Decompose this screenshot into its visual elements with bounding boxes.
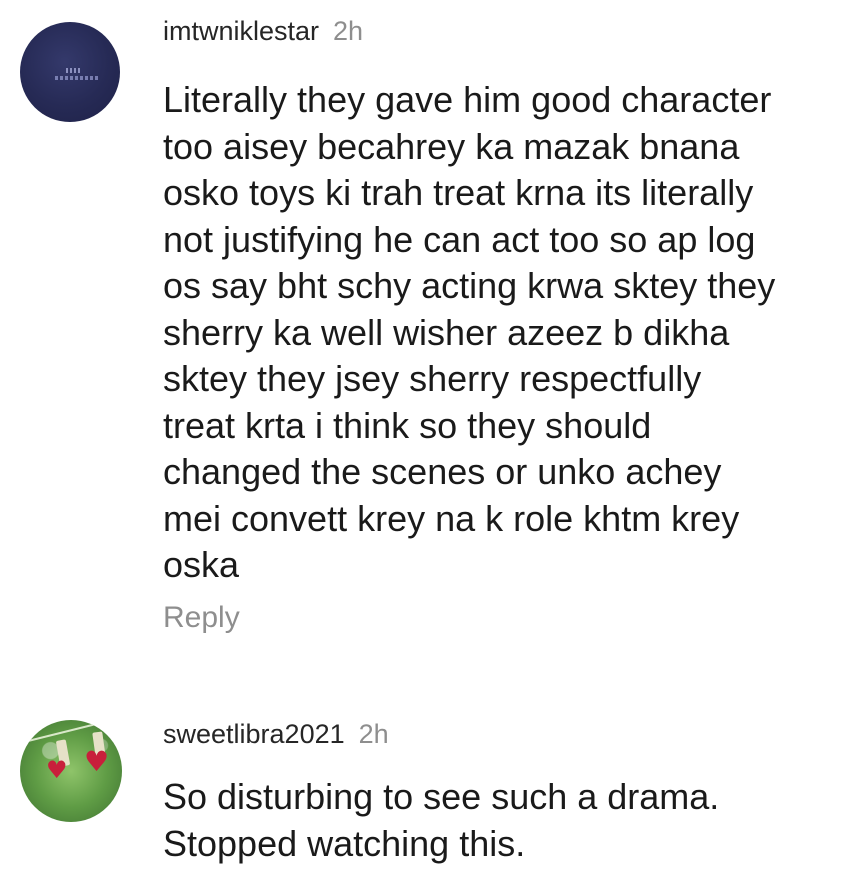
username-link[interactable]: sweetlibra2021 bbox=[163, 719, 345, 749]
username-link[interactable]: imtwniklestar bbox=[163, 16, 319, 46]
avatar-logo-mark bbox=[66, 68, 82, 73]
heart-icon: ♥ bbox=[84, 745, 110, 778]
avatar-logo-text bbox=[55, 76, 99, 80]
user-avatar[interactable] bbox=[20, 22, 120, 122]
comment-timestamp: 2h bbox=[358, 719, 389, 749]
heart-icon: ♥ bbox=[46, 756, 68, 784]
comment-text: So disturbing to see such a drama. Stopp… bbox=[163, 776, 720, 864]
user-avatar[interactable]: ♥ ♥ bbox=[20, 720, 122, 822]
comment-header: imtwniklestar 2h bbox=[163, 16, 363, 47]
comment-header: sweetlibra2021 2h bbox=[163, 719, 389, 750]
comment-text: Literally they gave him good character t… bbox=[163, 79, 776, 585]
reply-button[interactable]: Reply bbox=[163, 601, 240, 635]
comment-timestamp: 2h bbox=[333, 16, 364, 46]
